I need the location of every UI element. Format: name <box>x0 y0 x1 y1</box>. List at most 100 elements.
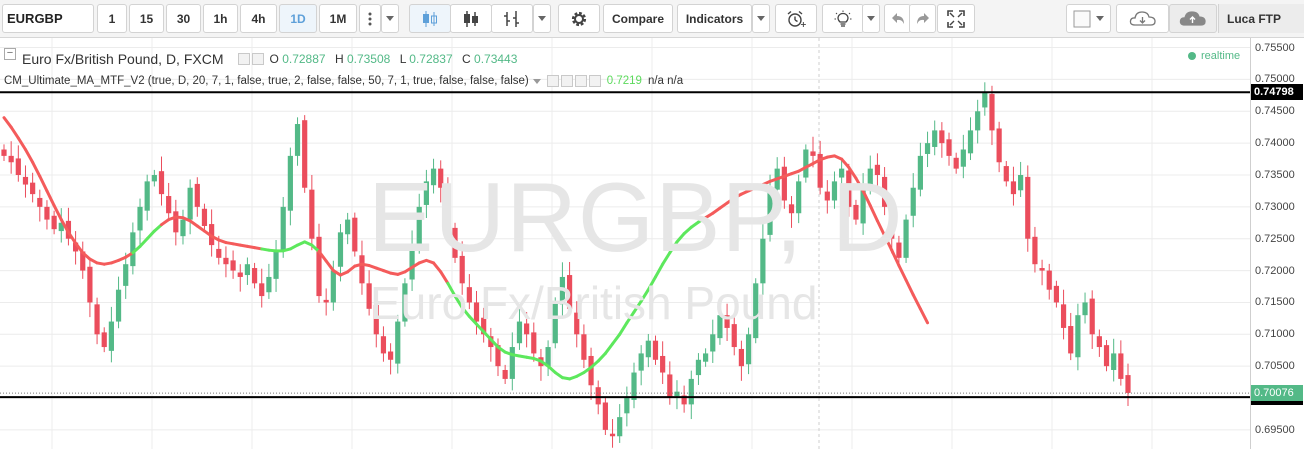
candle-body <box>273 251 279 279</box>
candle-body <box>745 334 752 365</box>
last-price-tag: 0.70076 <box>1251 385 1303 402</box>
candle-body <box>982 92 988 108</box>
candle-body <box>609 433 616 437</box>
redo-button[interactable] <box>909 4 936 33</box>
candle-body <box>352 217 358 252</box>
color-theme-button[interactable] <box>1066 4 1111 33</box>
moving-average-segment <box>603 342 615 355</box>
settings-icon[interactable] <box>251 53 264 65</box>
interval-1m-button[interactable]: 1M <box>319 4 357 33</box>
indicators-button[interactable]: Indicators <box>677 4 752 33</box>
candle-body <box>1 149 7 156</box>
candle-body <box>173 211 179 233</box>
interval-4h-button[interactable]: 4h <box>240 4 277 33</box>
candle-body <box>946 139 952 156</box>
interval-1d-button[interactable]: 1D <box>279 4 317 33</box>
candle-body <box>910 187 916 216</box>
candle-body <box>380 336 387 354</box>
ideas-button[interactable] <box>822 4 864 33</box>
moving-average-segment <box>904 278 915 297</box>
moving-average-segment <box>324 259 335 273</box>
candle-body <box>1003 166 1009 182</box>
source-code-icon[interactable] <box>574 75 587 87</box>
symbol-watermark: EURGBP, D <box>368 162 904 272</box>
interval-30-button[interactable]: 30 <box>166 4 201 33</box>
indicators-dropdown-button[interactable] <box>752 4 770 33</box>
candle-body <box>323 299 329 303</box>
ideas-dropdown-button[interactable] <box>862 4 880 33</box>
user-menu-button[interactable]: Luca FTP <box>1218 4 1304 33</box>
candle-body <box>1068 326 1074 354</box>
candle-body <box>87 266 93 303</box>
candle-body <box>688 378 694 405</box>
cloud-download-icon <box>1129 10 1156 26</box>
candles-style-button[interactable] <box>409 4 451 33</box>
chart-style-dropdown-button[interactable] <box>533 4 551 33</box>
candle-body <box>667 374 673 399</box>
price-tick-label: 0.73000 <box>1255 200 1295 213</box>
candle-body <box>738 348 745 367</box>
fullscreen-button[interactable] <box>937 4 975 33</box>
candle-body <box>932 130 938 147</box>
candle-body <box>108 321 114 351</box>
candle-body <box>1103 345 1110 367</box>
candle-body <box>631 372 637 400</box>
chart-settings-button[interactable] <box>558 4 600 33</box>
candle-body <box>1089 298 1095 335</box>
candle-body <box>259 283 265 297</box>
line-style-button[interactable] <box>491 4 533 33</box>
candle-body <box>638 353 644 371</box>
bars-style-button[interactable] <box>450 4 492 33</box>
legend-collapse-button[interactable]: − <box>4 48 16 60</box>
candle-body <box>1010 181 1017 195</box>
candle-body <box>1118 353 1124 379</box>
save-chart-button[interactable] <box>1169 4 1217 33</box>
fullscreen-icon <box>947 9 965 28</box>
moving-average-segment <box>2 116 13 129</box>
candle-body <box>280 206 286 250</box>
candle-body <box>387 351 394 360</box>
interval-15-button[interactable]: 15 <box>129 4 164 33</box>
close-icon[interactable] <box>588 75 601 87</box>
svg-text:+: + <box>800 20 806 28</box>
price-tick-label: 0.73500 <box>1255 169 1295 181</box>
create-alert-button[interactable]: + <box>775 4 817 33</box>
candle-body <box>237 272 243 277</box>
candle-body <box>1075 315 1081 358</box>
eye-icon[interactable] <box>237 53 250 65</box>
interval-1h-button[interactable]: 1h <box>203 4 238 33</box>
price-tick-label: 0.70500 <box>1255 360 1295 373</box>
candle-body <box>359 255 365 284</box>
close-label: C <box>462 52 471 66</box>
eye-icon[interactable] <box>546 75 559 87</box>
candle-body <box>101 332 107 348</box>
candle-body <box>710 334 716 352</box>
candle-body <box>509 347 515 379</box>
chevron-down-icon[interactable] <box>532 78 541 84</box>
candle-body <box>158 171 165 195</box>
line-style-icon <box>504 10 519 27</box>
chevron-down-icon <box>1096 16 1104 21</box>
moving-average-segment <box>145 229 156 241</box>
candle-body <box>1053 285 1060 303</box>
symbol-search-input[interactable]: EURGBP <box>2 4 94 33</box>
load-chart-button[interactable] <box>1116 4 1169 33</box>
low-label: L <box>399 52 406 66</box>
more-intervals-button[interactable] <box>359 4 381 33</box>
candle-body <box>695 359 702 376</box>
chevron-down-icon <box>867 16 875 21</box>
candle-body <box>115 289 122 322</box>
compare-button[interactable]: Compare <box>603 4 673 33</box>
candle-body <box>151 175 157 182</box>
candle-body <box>345 219 351 235</box>
settings-icon[interactable] <box>560 75 573 87</box>
moving-average-segment <box>138 237 149 248</box>
status-dot-icon <box>1188 52 1196 60</box>
candle-body <box>194 183 200 207</box>
interval-dropdown-button[interactable] <box>381 4 399 33</box>
price-scale[interactable]: 0.75500 0.75000 0.74500 0.74000 0.73500 0.730… <box>1250 38 1304 449</box>
candle-body <box>1111 353 1117 370</box>
candle-body <box>989 94 995 131</box>
interval-1-button[interactable]: 1 <box>97 4 127 33</box>
undo-button[interactable] <box>884 4 911 33</box>
